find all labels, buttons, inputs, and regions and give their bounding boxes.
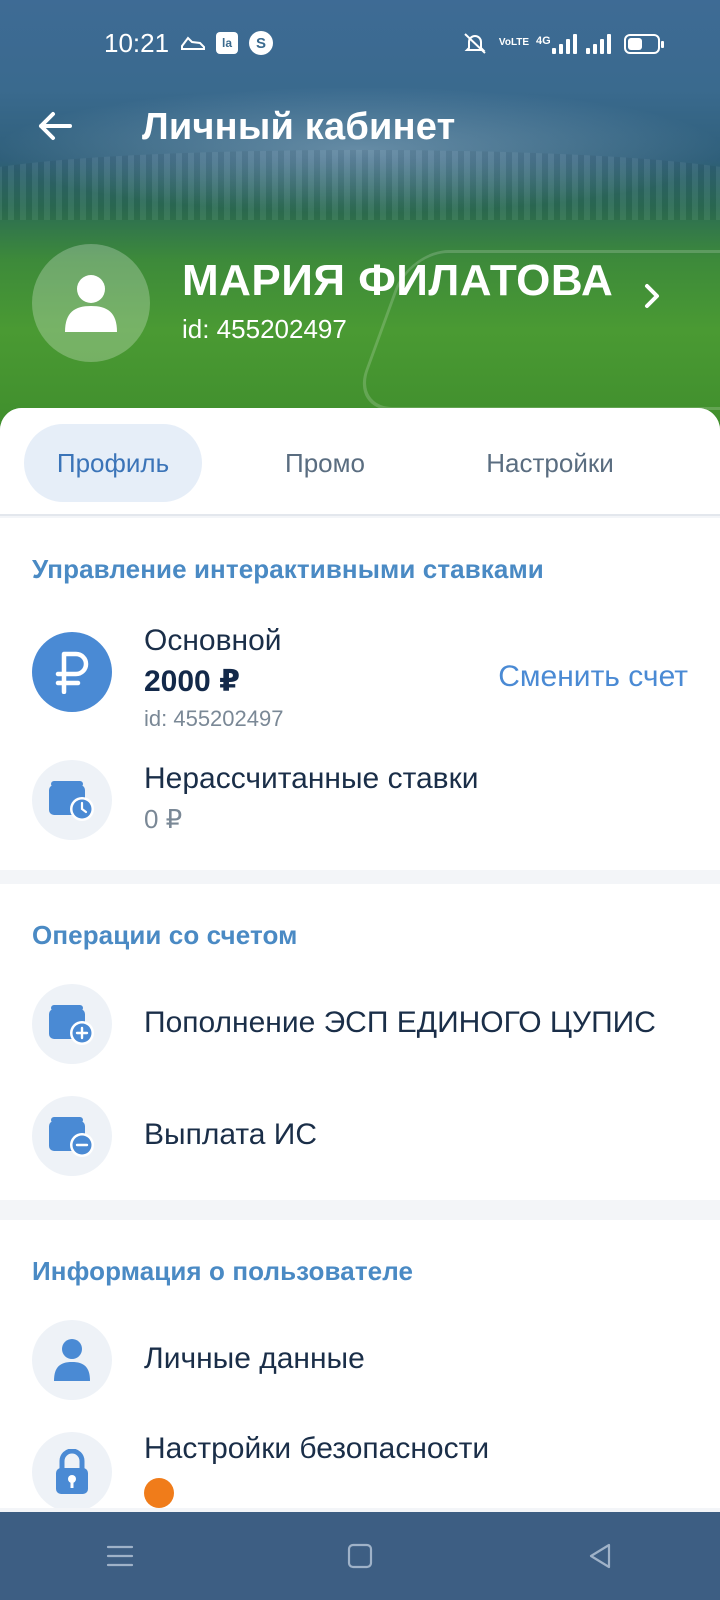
content-card: Профиль Промо Настройки Управление интер… <box>0 408 720 1508</box>
warning-badge-icon <box>144 1478 174 1508</box>
unsettled-bets-row[interactable]: Нерассчитанные ставки 0 ₽ <box>0 758 720 844</box>
network-type-icon: 4G <box>536 35 551 47</box>
personal-data-row[interactable]: Личные данные <box>0 1318 720 1402</box>
account-name: Основной <box>144 624 282 657</box>
system-navigation-bar <box>0 1512 720 1600</box>
home-nav-button[interactable] <box>320 1526 400 1586</box>
withdraw-label: Выплата ИС <box>144 1118 317 1151</box>
user-name: МАРИЯ ФИЛАТОВА <box>182 256 614 305</box>
back-button[interactable] <box>30 100 80 152</box>
tab-profile[interactable]: Профиль <box>24 424 202 502</box>
account-balance: 2000 ₽ <box>144 665 240 698</box>
tab-settings[interactable]: Настройки <box>450 424 650 502</box>
chevron-right-icon[interactable] <box>636 278 668 314</box>
battery-icon <box>624 34 664 54</box>
wallet-plus-icon <box>32 984 112 1064</box>
tab-promo[interactable]: Промо <box>250 424 400 502</box>
sneaker-icon <box>180 32 206 54</box>
wallet-clock-icon <box>32 760 112 840</box>
user-info-section: Информация о пользователе Личные данные … <box>0 1220 720 1508</box>
avatar <box>32 244 150 362</box>
signal-strength-2-icon <box>586 34 611 54</box>
unsettled-value: 0 ₽ <box>144 804 183 834</box>
security-settings-label: Настройки безопасности <box>144 1432 490 1465</box>
section-title-bets: Управление интерактивными ставками <box>32 554 544 584</box>
withdraw-row[interactable]: Выплата ИС <box>0 1094 720 1178</box>
app-notification-icon: la <box>216 32 238 54</box>
page-title: Личный кабинет <box>142 106 456 148</box>
signal-strength-icon <box>552 34 577 54</box>
person-icon <box>32 1320 112 1400</box>
volte-icon: VoLTE <box>498 37 530 48</box>
square-icon <box>347 1543 373 1569</box>
s-notification-icon: S <box>249 31 273 55</box>
bets-section: Управление интерактивными ставками Основ… <box>0 518 720 870</box>
change-account-link[interactable]: Сменить счет <box>498 660 688 694</box>
lock-icon <box>32 1432 112 1508</box>
battery-level <box>628 38 642 50</box>
security-settings-row[interactable]: Настройки безопасности <box>0 1430 720 1508</box>
deposit-row[interactable]: Пополнение ЭСП ЕДИНОГО ЦУПИС <box>0 982 720 1066</box>
ruble-icon <box>32 632 112 712</box>
user-silhouette-icon <box>65 275 117 332</box>
profile-summary[interactable]: МАРИЯ ФИЛАТОВА id: 455202497 <box>0 240 720 370</box>
deposit-label: Пополнение ЭСП ЕДИНОГО ЦУПИС <box>144 1006 656 1039</box>
mute-bell-icon <box>462 32 488 54</box>
wallet-minus-icon <box>32 1096 112 1176</box>
arrow-left-icon <box>39 112 72 140</box>
stadium-stands <box>0 150 720 220</box>
personal-data-label: Личные данные <box>144 1342 365 1375</box>
operations-section: Операции со счетом Пополнение ЭСП ЕДИНОГ… <box>0 884 720 1200</box>
main-account-row[interactable]: Основной 2000 ₽ id: 455202497 Сменить сч… <box>0 622 720 740</box>
triangle-back-icon <box>589 1543 611 1569</box>
section-title-operations: Операции со счетом <box>32 920 298 950</box>
menu-nav-button[interactable] <box>80 1526 160 1586</box>
tab-bar: Профиль Промо Настройки <box>0 408 720 516</box>
section-title-user-info: Информация о пользователе <box>32 1256 414 1286</box>
menu-icon <box>106 1545 134 1567</box>
status-bar: 10:21 la S VoLTE 4G <box>0 0 720 90</box>
account-id: id: 455202497 <box>144 706 284 731</box>
status-time: 10:21 <box>104 28 170 58</box>
user-id: id: 455202497 <box>182 314 347 344</box>
unsettled-title: Нерассчитанные ставки <box>144 762 479 795</box>
app-bar: Личный кабинет <box>0 100 720 156</box>
back-nav-button[interactable] <box>560 1526 640 1586</box>
